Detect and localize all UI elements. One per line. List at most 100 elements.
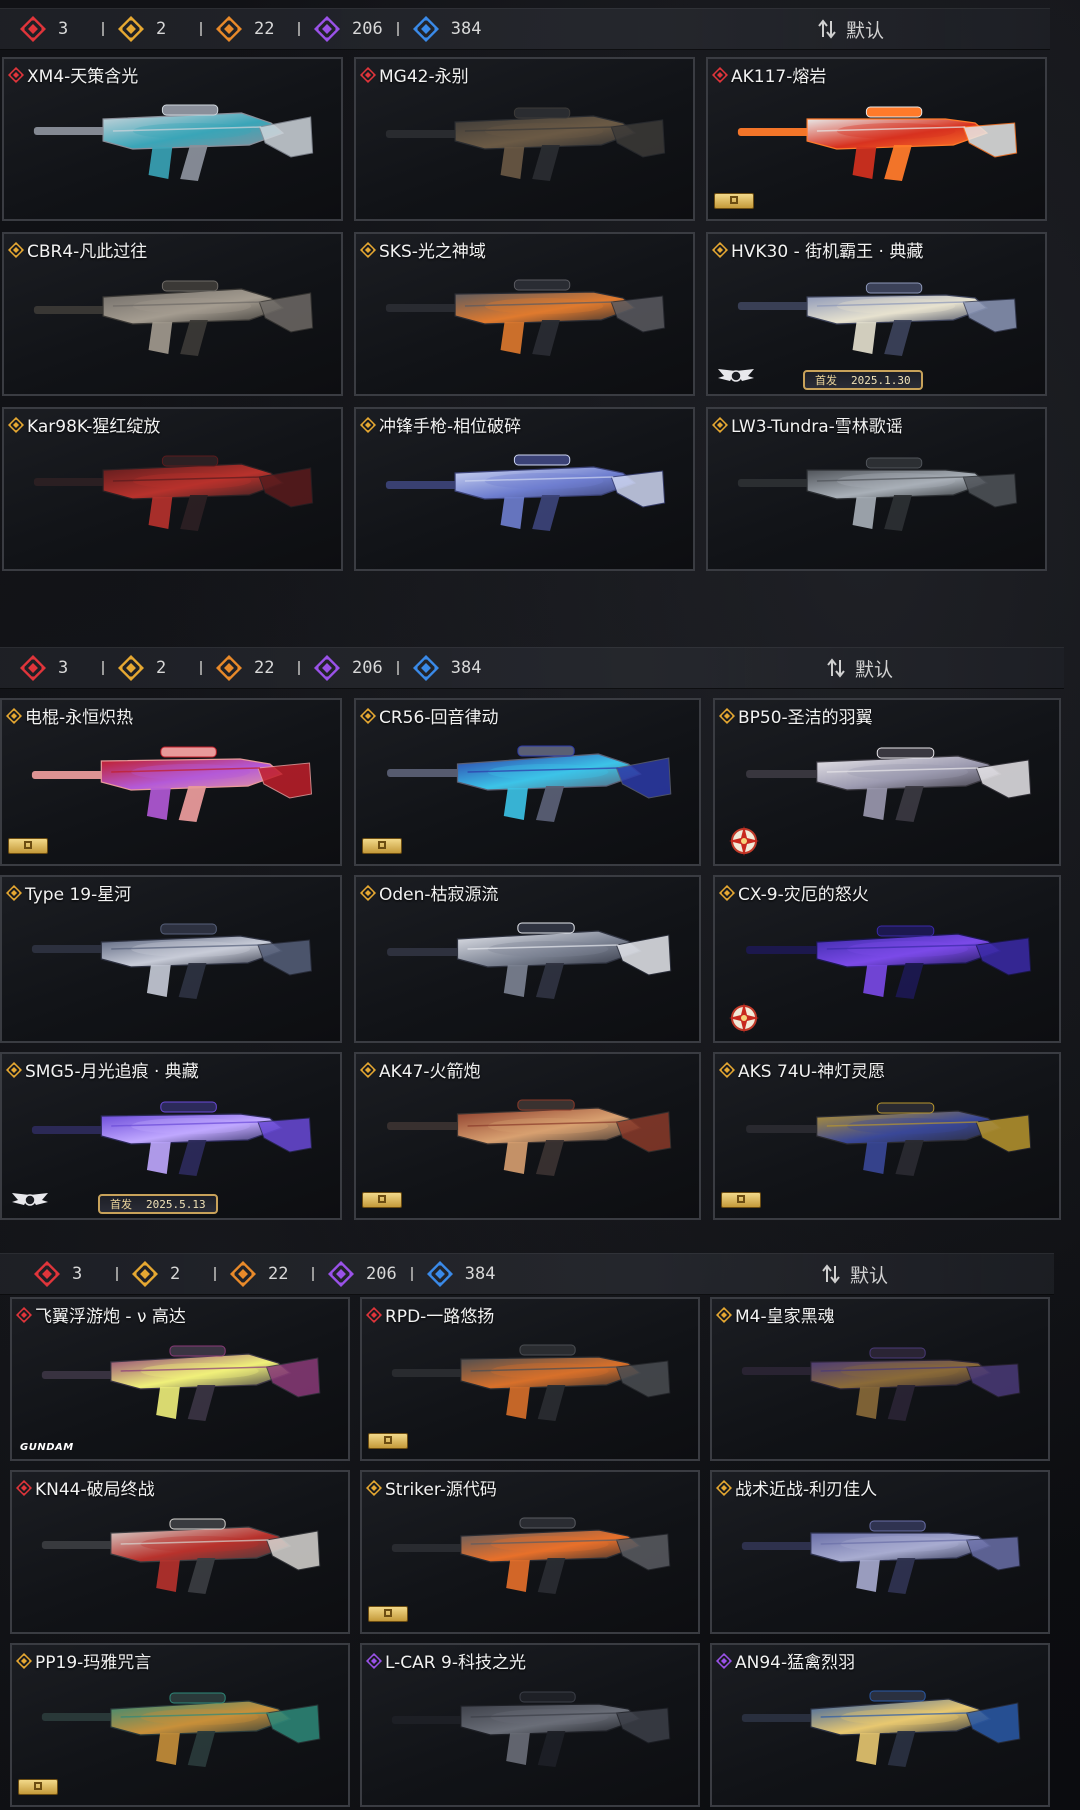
rarity-filter-gold[interactable]: 2 — [132, 1261, 200, 1287]
sort-button[interactable]: 默认 — [818, 9, 884, 49]
rarity-filter-orange[interactable]: 22 — [230, 1261, 298, 1287]
gold-tier-icon — [716, 1479, 732, 1496]
weapon-image — [32, 923, 313, 999]
compass-star-icon — [729, 826, 759, 856]
sort-label: 默认 — [846, 19, 885, 42]
red-tier-icon — [366, 1306, 382, 1323]
weapon-image — [34, 104, 314, 181]
weapon-name: L-CAR 9-科技之光 — [385, 1653, 526, 1673]
weapon-card[interactable]: AK47-火箭炮 — [354, 1052, 701, 1220]
weapon-card[interactable]: PP19-玛雅咒言 — [10, 1643, 350, 1807]
weapon-card[interactable]: Kar98K-猩红绽放 — [2, 407, 343, 571]
purple-diamond-icon — [314, 16, 340, 42]
weapon-name: Kar98K-猩红绽放 — [27, 417, 161, 437]
orange-diamond-icon — [230, 1261, 256, 1287]
weapon-name: AKS 74U-神灯灵愿 — [738, 1062, 886, 1082]
rarity-filter-gold[interactable]: 2 — [118, 16, 186, 42]
weapon-card[interactable]: LW3-Tundra-雪林歌谣 — [706, 407, 1047, 571]
weapon-card[interactable]: 冲锋手枪-相位破碎 — [354, 407, 695, 571]
purple-tier-icon — [716, 1652, 732, 1669]
weapon-card[interactable]: AK117-熔岩 — [706, 57, 1047, 221]
release-date: 2025.5.13 — [146, 1197, 206, 1211]
weapon-card[interactable]: Type 19-星河 — [0, 875, 342, 1043]
weapon-card[interactable]: 飞翼浮游炮 - ν 高达 GUNDAM — [10, 1297, 350, 1461]
weapon-card[interactable]: HVK30 - 街机霸王 · 典藏 首发 2025.1.30 — [706, 232, 1047, 396]
sort-label: 默认 — [850, 1264, 889, 1287]
weapon-image — [42, 1518, 321, 1594]
gold-ticket-icon — [362, 1192, 402, 1208]
weapon-title: KN44-破局终战 — [16, 1475, 155, 1500]
weapon-card[interactable]: RPD-一路悠扬 — [360, 1297, 700, 1461]
weapon-card[interactable]: AKS 74U-神灯灵愿 — [713, 1052, 1061, 1220]
release-label: 首发 — [110, 1198, 132, 1211]
weapon-card[interactable]: 电棍-永恒炽热 — [0, 698, 342, 866]
gold-ticket-icon — [8, 838, 48, 854]
weapon-card[interactable]: MG42-永别 — [354, 57, 695, 221]
rarity-filter-orange[interactable]: 22 — [216, 655, 284, 681]
gold-tier-icon — [719, 884, 735, 901]
divider — [298, 661, 300, 675]
rarity-count: 384 — [450, 19, 482, 39]
weapon-image — [34, 455, 314, 531]
rarity-filter-purple[interactable]: 206 — [328, 1261, 397, 1287]
weapon-card[interactable]: CR56-回音律动 — [354, 698, 701, 866]
weapon-card[interactable]: BP50-圣洁的羽翼 — [713, 698, 1061, 866]
rarity-counts: 3 2 22 206 384 — [20, 648, 485, 688]
weapon-card[interactable]: SMG5-月光追痕 · 典藏首发 2025.5.13 — [0, 1052, 342, 1220]
weapon-title: PP19-玛雅咒言 — [16, 1648, 151, 1673]
weapon-image — [32, 1101, 313, 1176]
rarity-filter-orange[interactable]: 22 — [216, 16, 284, 42]
rarity-filter-red[interactable]: 3 — [20, 655, 88, 681]
compass-star-icon — [729, 1003, 759, 1033]
weapon-name: CBR4-凡此过往 — [27, 242, 148, 262]
rarity-filter-bar: 3 2 22 206 384 默认 — [0, 647, 1064, 689]
rarity-filter-purple[interactable]: 206 — [314, 655, 383, 681]
rarity-filter-red[interactable]: 3 — [20, 16, 88, 42]
weapon-card[interactable]: KN44-破局终战 — [10, 1470, 350, 1634]
weapon-title: CX-9-灾厄的怒火 — [719, 880, 869, 905]
weapon-card[interactable]: CX-9-灾厄的怒火 — [713, 875, 1061, 1043]
weapon-card[interactable]: Oden-枯寂源流 — [354, 875, 701, 1043]
rarity-count: 3 — [58, 19, 69, 39]
weapon-card[interactable]: XM4-天策含光 — [2, 57, 343, 221]
rarity-filter-blue[interactable]: 384 — [426, 1261, 496, 1287]
rarity-count: 22 — [268, 1264, 289, 1284]
weapon-title: BP50-圣洁的羽翼 — [719, 703, 873, 728]
weapon-name: SMG5-月光追痕 · 典藏 — [25, 1062, 199, 1082]
weapon-image — [745, 1102, 1031, 1176]
red-tier-icon — [16, 1306, 32, 1323]
weapon-title: AKS 74U-神灯灵愿 — [719, 1057, 885, 1082]
sort-button[interactable]: 默认 — [827, 648, 893, 688]
rarity-filter-blue[interactable]: 384 — [412, 655, 481, 681]
weapon-card[interactable]: L-CAR 9-科技之光 — [360, 1643, 700, 1807]
divider — [298, 22, 300, 36]
rarity-filter-bar: 3 2 22 206 384 默认 — [0, 1253, 1054, 1295]
rarity-filter-blue[interactable]: 384 — [412, 16, 482, 42]
weapon-title: XM4-天策含光 — [8, 62, 138, 87]
weapon-card[interactable]: M4-皇家黑魂 — [710, 1297, 1050, 1461]
weapon-card[interactable]: AN94-猛禽烈羽 — [710, 1643, 1050, 1807]
weapon-card[interactable]: Striker-源代码 — [360, 1470, 700, 1634]
rarity-filter-red[interactable]: 3 — [34, 1261, 102, 1287]
weapon-title: HVK30 - 街机霸王 · 典藏 — [712, 237, 923, 262]
weapon-image — [738, 282, 1018, 356]
weapon-card[interactable]: 战术近战-利刃佳人 — [710, 1470, 1050, 1634]
rarity-count: 384 — [464, 1264, 496, 1284]
rarity-filter-gold[interactable]: 2 — [118, 655, 186, 681]
weapon-card[interactable]: CBR4-凡此过往 — [2, 232, 343, 396]
weapon-image — [32, 746, 313, 822]
sort-button[interactable]: 默认 — [822, 1254, 888, 1294]
weapon-title: AK47-火箭炮 — [360, 1057, 481, 1082]
weapon-title: Striker-源代码 — [366, 1475, 497, 1500]
purple-tier-icon — [366, 1652, 382, 1669]
weapon-name: KN44-破局终战 — [35, 1480, 155, 1500]
gold-ticket-icon — [362, 838, 402, 854]
weapon-image — [386, 279, 666, 356]
weapon-name: 战术近战-利刃佳人 — [735, 1480, 878, 1500]
weapon-card[interactable]: SKS-光之神域 — [354, 232, 695, 396]
weapon-image — [742, 1690, 1021, 1767]
rarity-filter-purple[interactable]: 206 — [314, 16, 383, 42]
divider — [214, 1267, 216, 1281]
gold-diamond-icon — [132, 1261, 158, 1287]
weapon-name: PP19-玛雅咒言 — [35, 1653, 152, 1673]
